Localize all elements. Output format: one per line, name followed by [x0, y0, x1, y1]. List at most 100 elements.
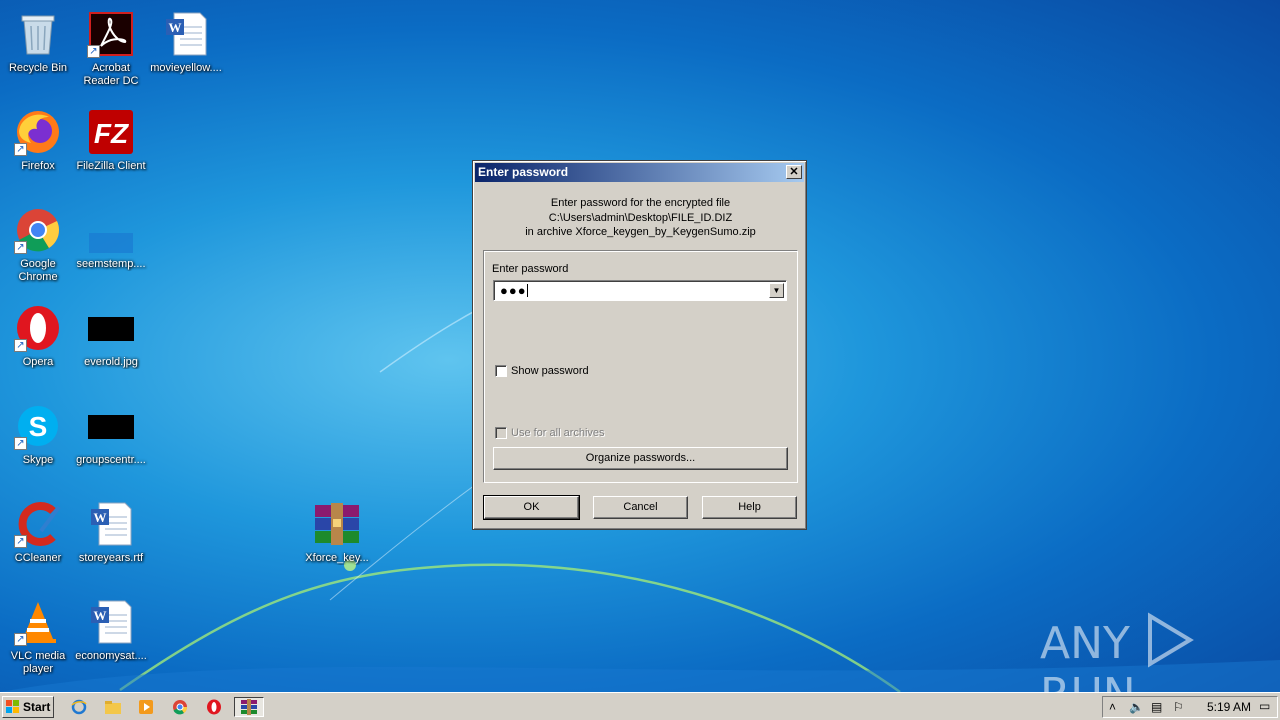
shortcut-arrow-icon: ↗ [14, 339, 27, 352]
ok-button[interactable]: OK [483, 495, 580, 520]
shortcut-arrow-icon: ↗ [14, 241, 27, 254]
winrar-taskbar-button[interactable] [234, 697, 264, 717]
desktop-icon-firefox[interactable]: ↗ Firefox [0, 102, 76, 192]
desktop-icon-label: movieyellow.... [150, 62, 222, 74]
desktop-icon-label: Opera [22, 356, 54, 368]
action-center-icon[interactable]: ⚐ [1173, 700, 1184, 714]
desktop-icon-label: everold.jpg [84, 356, 138, 368]
dialog-title: Enter password [478, 165, 569, 179]
watermark-text-left: ANY [1040, 618, 1130, 669]
desktop-icon-label: CCleaner [14, 552, 62, 564]
desktop-icon-label: groupscentr.... [76, 454, 146, 466]
desktop-icon-label: Skype [22, 454, 54, 466]
shortcut-arrow-icon: ↗ [87, 45, 100, 58]
text-caret [526, 284, 528, 297]
info-line-file-path: C:\Users\admin\Desktop\FILE_ID.DIZ [548, 211, 733, 224]
desktop-icon-xforce[interactable]: Xforce_key... [299, 494, 375, 584]
svg-text:W: W [94, 608, 107, 623]
anyrun-watermark: ANY RUN [1040, 612, 1240, 720]
password-input[interactable]: ●●● ▼ [493, 280, 787, 301]
image-file-icon [87, 304, 135, 352]
explorer-icon[interactable] [102, 697, 124, 717]
network-icon[interactable]: ▤ [1151, 700, 1162, 714]
desktop-icon-label: Xforce_key... [305, 552, 369, 564]
volume-icon[interactable]: 🔈 [1129, 700, 1144, 714]
shortcut-arrow-icon: ↗ [14, 143, 27, 156]
show-password-label[interactable]: Show password [511, 365, 589, 377]
desktop-icon-ccleaner[interactable]: ↗ CCleaner [0, 494, 76, 584]
desktop-icon-label: FileZilla Client [76, 160, 146, 172]
chevron-down-icon: ▼ [772, 286, 781, 295]
media-player-icon[interactable] [135, 697, 157, 717]
desktop-icon-label: Acrobat Reader DC [83, 62, 139, 87]
word-document-icon: W [162, 10, 210, 58]
desktop-icon-label: Recycle Bin [8, 62, 68, 74]
desktop-icon-label: VLC media player [10, 650, 66, 675]
desktop-icon-movieyellow[interactable]: W movieyellow.... [148, 4, 224, 94]
chrome-icon: ↗ [14, 206, 62, 254]
shortcut-arrow-icon: ↗ [14, 437, 27, 450]
recycle-bin-icon [14, 10, 62, 58]
word-document-icon: W [87, 598, 135, 646]
filezilla-icon: FZ [87, 108, 135, 156]
use-for-all-archives-checkbox[interactable] [495, 427, 507, 439]
desktop-icon-label: Firefox [21, 160, 55, 172]
opera-icon: ↗ [14, 304, 62, 352]
cancel-button[interactable]: Cancel [593, 496, 688, 519]
close-button[interactable]: ✕ [786, 165, 802, 179]
ie-icon[interactable] [68, 697, 90, 717]
system-tray: ˄ 🔈 ▤ ⚐ 5:19 AM ▭ [1102, 696, 1278, 718]
desktop-icon-label: seemstemp.... [76, 258, 146, 270]
info-line-archive: in archive Xforce_keygen_by_KeygenSumo.z… [525, 226, 756, 238]
desktop-icon-opera[interactable]: ↗ Opera [0, 298, 76, 388]
enter-password-dialog: Enter password ✕ Enter password for the … [472, 160, 807, 530]
image-file-icon [87, 402, 135, 450]
desktop-icon-label: storeyears.rtf [78, 552, 144, 564]
desktop-icon-chrome[interactable]: ↗ Google Chrome [0, 200, 76, 290]
show-desktop-icon[interactable]: ▭ [1259, 699, 1270, 713]
windows-flag-icon [6, 700, 19, 713]
info-line-prompt: Enter password for the encrypted file [550, 197, 731, 209]
dialog-titlebar[interactable]: Enter password ✕ [475, 163, 804, 182]
desktop-icon-filezilla[interactable]: FZ FileZilla Client [73, 102, 149, 192]
start-label: Start [23, 700, 51, 714]
show-hidden-icon[interactable]: ˄ [1109, 700, 1116, 714]
show-password-checkbox[interactable] [495, 365, 507, 377]
acrobat-icon: ↗ [87, 10, 135, 58]
password-label: Enter password [492, 263, 569, 275]
desktop-icon-groupscentr[interactable]: groupscentr.... [73, 396, 149, 486]
play-logo-icon [1147, 612, 1194, 668]
svg-text:S: S [29, 411, 48, 442]
desktop-icon-everold[interactable]: everold.jpg [73, 298, 149, 388]
desktop-icon-label: economysat.... [75, 650, 147, 662]
svg-text:FZ: FZ [94, 118, 129, 149]
desktop-icon-storeyears[interactable]: W storeyears.rtf [73, 494, 149, 584]
ccleaner-icon: ↗ [14, 500, 62, 548]
desktop-icon-vlc[interactable]: ↗ VLC media player [0, 592, 76, 682]
skype-icon: S ↗ [14, 402, 62, 450]
chrome-icon[interactable] [169, 697, 191, 717]
organize-passwords-button[interactable]: Organize passwords... [493, 447, 788, 470]
shortcut-arrow-icon: ↗ [14, 633, 27, 646]
desktop-icon-skype[interactable]: S ↗ Skype [0, 396, 76, 486]
svg-text:W: W [169, 20, 182, 35]
svg-text:W: W [94, 510, 107, 525]
desktop-icon-label: Google Chrome [18, 258, 58, 283]
winrar-archive-icon [313, 500, 361, 548]
taskbar: Start ˄ 🔈 ▤ ⚐ 5:19 AM ▭ [0, 692, 1280, 720]
help-button[interactable]: Help [702, 496, 797, 519]
winrar-icon [241, 699, 257, 715]
password-history-dropdown-button[interactable]: ▼ [769, 283, 784, 298]
password-value: ●●● [500, 283, 528, 298]
firefox-icon: ↗ [14, 108, 62, 156]
desktop-icon-seemstemp[interactable]: seemstemp.... [73, 200, 149, 290]
vlc-icon: ↗ [14, 598, 62, 646]
opera-icon[interactable] [203, 697, 225, 717]
close-icon: ✕ [789, 166, 799, 178]
start-button[interactable]: Start [2, 696, 54, 718]
desktop-icon-recycle-bin[interactable]: Recycle Bin [0, 4, 76, 94]
desktop-icon-economysat[interactable]: W economysat.... [73, 592, 149, 682]
clock[interactable]: 5:19 AM [1207, 700, 1251, 714]
use-for-all-archives-label: Use for all archives [511, 427, 605, 439]
desktop-icon-acrobat[interactable]: ↗ Acrobat Reader DC [73, 4, 149, 94]
